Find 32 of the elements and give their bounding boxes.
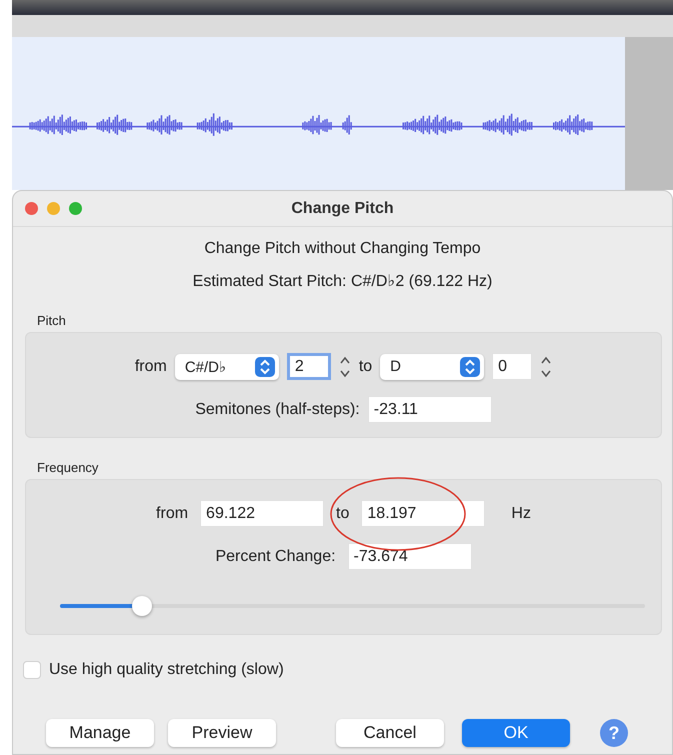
unit-label: Hz bbox=[511, 504, 531, 522]
dialog-button[interactable]: Cancel bbox=[336, 719, 444, 747]
checkbox[interactable] bbox=[23, 661, 41, 679]
octave-field[interactable]: 0 bbox=[492, 353, 532, 380]
dialog-button[interactable]: Preview bbox=[168, 719, 276, 747]
frequency-field[interactable]: 69.122 bbox=[200, 500, 324, 527]
minimize-icon[interactable] bbox=[47, 202, 60, 215]
window-title: Change Pitch bbox=[290, 200, 395, 218]
percent-field[interactable]: -73.674 bbox=[348, 543, 472, 570]
slider-thumb[interactable] bbox=[132, 596, 152, 616]
ok-button[interactable]: OK bbox=[462, 719, 570, 747]
to-label: to bbox=[336, 504, 350, 522]
group-label: Pitch bbox=[37, 313, 67, 328]
checkbox-label: Use high quality stretching (slow) bbox=[49, 661, 284, 679]
stepper-icon bbox=[254, 356, 275, 376]
zoom-icon[interactable] bbox=[69, 202, 82, 215]
stepper-icon bbox=[460, 356, 480, 376]
octave-field[interactable]: 2 bbox=[286, 353, 331, 380]
from-label: from bbox=[156, 504, 188, 522]
semitones-field[interactable]: -23.11 bbox=[368, 396, 492, 423]
estimated-pitch: Estimated Start Pitch: C#/D♭2 (69.122 Hz) bbox=[192, 272, 494, 291]
percent-label: Percent Change: bbox=[215, 548, 336, 566]
note-dropdown[interactable]: C#/D♭ bbox=[174, 354, 279, 380]
close-icon[interactable] bbox=[25, 202, 38, 215]
group-label: Frequency bbox=[37, 460, 100, 475]
from-label: from bbox=[134, 358, 167, 376]
frequency-field[interactable]: 18.197 bbox=[361, 500, 486, 527]
dialog-button[interactable]: Manage bbox=[46, 719, 154, 747]
semitones-label: Semitones (half-steps): bbox=[195, 400, 360, 418]
to-label: to bbox=[358, 358, 372, 376]
dialog-heading: Change Pitch without Changing Tempo bbox=[203, 240, 482, 258]
note-dropdown[interactable]: D bbox=[380, 354, 484, 380]
